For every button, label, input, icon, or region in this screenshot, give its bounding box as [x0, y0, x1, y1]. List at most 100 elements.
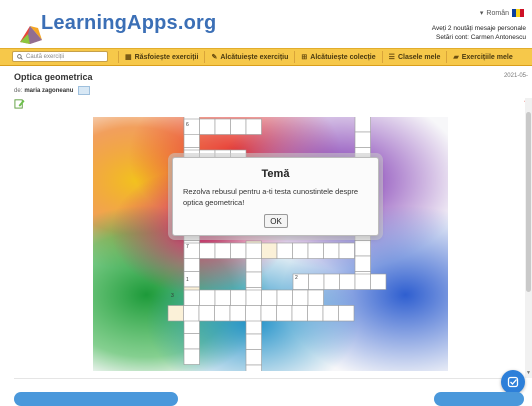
crossword-cell[interactable] — [370, 273, 387, 290]
nav-my-classes[interactable]: ☰ Clasele mele — [381, 51, 447, 63]
collection-icon: ⊞ — [301, 54, 308, 61]
crossword-cell[interactable] — [260, 305, 277, 322]
crossword-cell[interactable] — [183, 305, 200, 322]
crossword-cell[interactable] — [261, 289, 278, 306]
crossword-cell[interactable] — [214, 242, 231, 259]
crossword-cell[interactable] — [276, 305, 293, 322]
crossword-board: 6 7 1 2 3 — [93, 117, 448, 371]
bottom-action-button-left[interactable] — [14, 392, 178, 406]
nav-create-exercise[interactable]: ✎ Alcătuiește exercițiu — [204, 51, 294, 63]
task-dialog: Temă Rezolva rebusul pentru a-ti testa c… — [172, 157, 379, 236]
crossword-cell[interactable] — [338, 305, 355, 322]
language-label: Român — [486, 9, 509, 17]
learningapps-logo[interactable]: LearningApps.org — [14, 6, 216, 46]
clue-number: 6 — [186, 122, 189, 128]
crossword-cell[interactable] — [261, 242, 278, 259]
account-info: Aveți 2 noutăți mesaje personale Setări … — [432, 24, 526, 42]
language-selector[interactable]: ▾ Român — [480, 9, 524, 17]
clue-number: 3 — [171, 293, 174, 299]
crossword-cell[interactable] — [276, 242, 293, 259]
dialog-title: Temă — [261, 168, 290, 180]
crossword-cell[interactable] — [292, 289, 309, 306]
crossword-cell[interactable] — [354, 240, 371, 257]
clue-number: 1 — [186, 277, 189, 283]
author-line: de: maria zagoneanu — [14, 86, 91, 95]
crossword-cell[interactable] — [214, 305, 231, 322]
crossword-cell[interactable] — [339, 273, 356, 290]
crossword-cell[interactable] — [245, 118, 262, 135]
clue-number: 2 — [295, 275, 298, 281]
bottom-action-button-right[interactable] — [434, 392, 524, 406]
account-settings-link[interactable]: Setări cont: Carmen Antonescu — [432, 33, 526, 42]
crossword-cell[interactable] — [230, 289, 247, 306]
profile-card-icon[interactable] — [78, 86, 91, 95]
author-prefix: de: — [14, 87, 23, 94]
crossword-cell[interactable] — [245, 271, 262, 288]
pencil-icon: ✎ — [211, 54, 218, 61]
crossword-cell[interactable] — [199, 118, 216, 135]
grid-icon: ▦ — [125, 54, 132, 61]
crossword-cell[interactable] — [291, 305, 308, 322]
divider — [14, 378, 524, 379]
crossword-cell[interactable] — [230, 242, 247, 259]
crossword-cell[interactable] — [307, 305, 324, 322]
romania-flag-icon — [512, 9, 524, 17]
crossword-cell[interactable] — [183, 289, 200, 306]
crossword-cell[interactable] — [354, 273, 371, 290]
nav-browse-exercises[interactable]: ▦ Răsfoiește exerciții — [118, 51, 204, 63]
search-icon — [17, 53, 23, 60]
messages-link[interactable]: Aveți 2 noutăți mesaje personale — [432, 24, 526, 33]
nav-create-collection[interactable]: ⊞ Alcătuiește colecție — [294, 51, 381, 63]
publish-date: 2021-05- — [503, 73, 528, 79]
crossword-cell[interactable] — [167, 305, 184, 322]
crossword-cell[interactable] — [199, 289, 216, 306]
crossword-cell[interactable] — [214, 118, 231, 135]
edit-copy-icon[interactable] — [14, 98, 25, 109]
nav-label: Alcătuiește colecție — [310, 53, 376, 61]
logo-text: LearningApps.org — [41, 12, 217, 34]
edit-check-icon — [507, 376, 519, 388]
crossword-cell[interactable] — [354, 131, 371, 148]
crossword-cell[interactable] — [276, 289, 293, 306]
crossword-cell[interactable] — [183, 333, 200, 350]
crossword-cell[interactable] — [338, 242, 355, 259]
scroll-down-arrow-icon[interactable]: ▼ — [526, 370, 531, 376]
crossword-cell[interactable] — [245, 333, 262, 350]
crossword-cell[interactable] — [245, 242, 262, 259]
chevron-down-icon: ▾ — [479, 10, 484, 17]
list-icon: ☰ — [388, 54, 395, 61]
crossword-cell[interactable] — [245, 289, 262, 306]
crossword-cell[interactable] — [183, 348, 200, 365]
crossword-cell[interactable] — [229, 305, 246, 322]
crossword-cell[interactable] — [354, 117, 371, 133]
folder-icon: ▰ — [453, 54, 459, 61]
crossword-cell[interactable] — [308, 273, 325, 290]
crossword-cell[interactable] — [323, 273, 340, 290]
nav-label: Exercițiile mele — [461, 53, 513, 61]
ok-button[interactable]: OK — [264, 214, 288, 228]
scrollbar-thumb[interactable] — [526, 112, 531, 292]
crossword-app[interactable]: 6 7 1 2 3 — [93, 117, 448, 371]
crossword-cell[interactable] — [245, 305, 262, 322]
author-link[interactable]: maria zagoneanu — [24, 88, 73, 94]
nav-my-exercises[interactable]: ▰ Exercițiile mele — [446, 51, 518, 63]
nav-label: Clasele mele — [397, 53, 441, 61]
crossword-cell[interactable] — [245, 364, 262, 371]
main-navigation: Caută exerciții ▦ Răsfoiește exerciții ✎… — [0, 48, 532, 66]
crossword-cell[interactable] — [307, 242, 324, 259]
crossword-cell[interactable] — [198, 305, 215, 322]
crossword-cell[interactable] — [214, 289, 231, 306]
crossword-cell[interactable] — [245, 256, 262, 273]
crossword-cell[interactable] — [245, 349, 262, 366]
crossword-cell[interactable] — [307, 289, 324, 306]
search-input[interactable]: Caută exerciții — [12, 51, 108, 62]
crossword-cell[interactable] — [292, 242, 309, 259]
crossword-cell[interactable] — [199, 242, 216, 259]
crossword-cell[interactable] — [354, 255, 371, 272]
crossword-cell[interactable] — [230, 118, 247, 135]
crossword-cell[interactable] — [323, 242, 340, 259]
dialog-text: Rezolva rebusul pentru a-ti testa cunost… — [183, 187, 359, 207]
crossword-cell[interactable] — [322, 305, 339, 322]
edit-fab-button[interactable] — [501, 370, 525, 394]
scrollbar[interactable]: ▼ — [525, 98, 532, 378]
